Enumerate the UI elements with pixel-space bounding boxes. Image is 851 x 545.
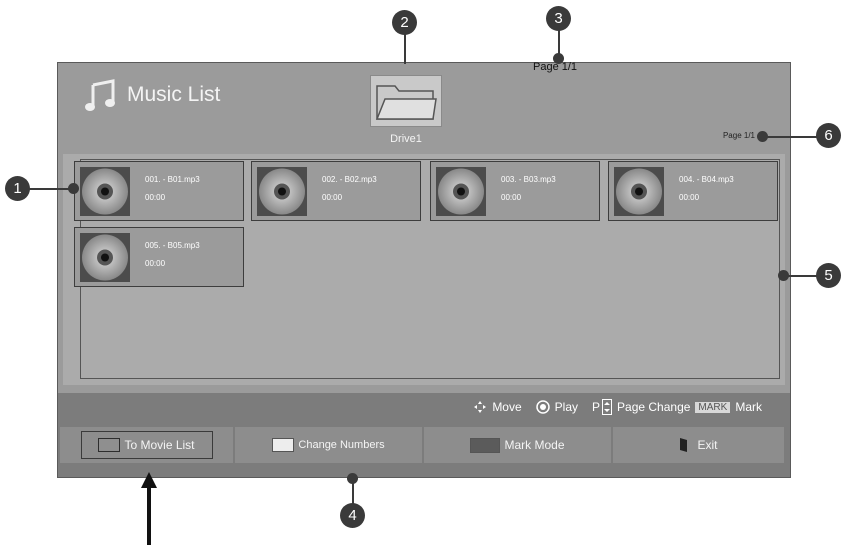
- item-name: 001. - B01.mp3: [145, 175, 200, 184]
- page-indicator: Page 1/1: [722, 131, 755, 140]
- item-duration: 00:00: [145, 259, 166, 268]
- music-list-screen: Music List Drive1 Page 1/1 Page 1/1 001.…: [57, 61, 791, 478]
- music-item-4[interactable]: 004. - B04.mp3 00:00: [608, 161, 778, 221]
- callout-3: 3: [546, 6, 571, 31]
- exit-button[interactable]: Exit: [613, 427, 784, 463]
- move-label: Move: [492, 400, 522, 414]
- callout-2: 2: [392, 10, 417, 35]
- callout-line-3: [558, 28, 560, 56]
- key-guide: Move Play P Page Change MARK Mark: [473, 399, 762, 415]
- disc-thumbnail: [436, 167, 486, 216]
- green-key-swatch: [272, 438, 295, 452]
- mark-mode-button[interactable]: Mark Mode: [424, 427, 611, 463]
- button-label: To Movie List: [124, 438, 195, 452]
- item-name: 002. - B02.mp3: [322, 175, 377, 184]
- exit-icon: [680, 438, 688, 452]
- item-duration: 00:00: [322, 193, 343, 202]
- callout-line-6: [762, 136, 818, 138]
- disc-thumbnail: [257, 167, 307, 216]
- title-area: Music List: [83, 77, 220, 113]
- disc-thumbnail: [80, 233, 130, 282]
- page-change-label: Page Change: [617, 400, 691, 414]
- move-icon: [474, 401, 487, 413]
- page-key-label: P: [592, 400, 601, 414]
- red-key-swatch: [98, 438, 121, 452]
- callout-dot-6: [757, 131, 768, 142]
- button-label: Change Numbers: [298, 439, 385, 451]
- callout-6: 6: [816, 123, 841, 148]
- play-label: Play: [554, 400, 578, 414]
- mark-label: Mark: [735, 400, 762, 414]
- button-label: Mark Mode: [504, 438, 565, 452]
- item-name: 005. - B05.mp3: [145, 241, 200, 250]
- disc-thumbnail: [614, 167, 664, 216]
- folder-icon: [375, 85, 437, 120]
- control-bar: Move Play P Page Change MARK Mark To Mov…: [58, 393, 790, 477]
- button-label: Exit: [697, 438, 718, 452]
- music-item-3[interactable]: 003. - B03.mp3 00:00: [430, 161, 600, 221]
- callout-1: 1: [5, 176, 30, 201]
- callout-dot-3: [553, 53, 564, 64]
- yellow-key-swatch: [470, 437, 501, 453]
- item-duration: 00:00: [501, 193, 522, 202]
- item-duration: 00:00: [145, 193, 166, 202]
- callout-dot-5: [778, 270, 789, 281]
- change-numbers-button[interactable]: Change Numbers: [235, 427, 422, 463]
- page-title: Music List: [127, 83, 221, 106]
- item-name: 004. - B04.mp3: [679, 175, 734, 184]
- item-duration: 00:00: [679, 193, 700, 202]
- pointer-arrow-icon: [141, 472, 157, 545]
- callout-4: 4: [340, 503, 365, 528]
- music-item-2[interactable]: 002. - B02.mp3 00:00: [251, 161, 421, 221]
- page-arrows-icon: [602, 399, 613, 415]
- item-name: 003. - B03.mp3: [501, 175, 556, 184]
- music-note-icon: [85, 79, 115, 111]
- music-item-5[interactable]: 005. - B05.mp3 00:00: [74, 227, 244, 287]
- focus-frame: To Movie List: [80, 431, 213, 459]
- folder-button[interactable]: [370, 75, 442, 127]
- folder-label: Drive1: [390, 133, 422, 145]
- callout-line-5: [784, 275, 818, 277]
- callout-dot-4: [347, 473, 358, 484]
- file-grid: 001. - B01.mp3 00:00 002. - B02.mp3 00:0…: [74, 159, 780, 379]
- callout-dot-1: [68, 183, 79, 194]
- mark-key-badge: MARK: [695, 401, 731, 413]
- callout-5: 5: [816, 263, 841, 288]
- disc-thumbnail: [80, 167, 130, 216]
- play-icon: [535, 400, 550, 414]
- music-item-1[interactable]: 001. - B01.mp3 00:00: [74, 161, 244, 221]
- to-movie-list-button[interactable]: To Movie List: [60, 427, 233, 463]
- file-list-panel: 001. - B01.mp3 00:00 002. - B02.mp3 00:0…: [63, 154, 785, 385]
